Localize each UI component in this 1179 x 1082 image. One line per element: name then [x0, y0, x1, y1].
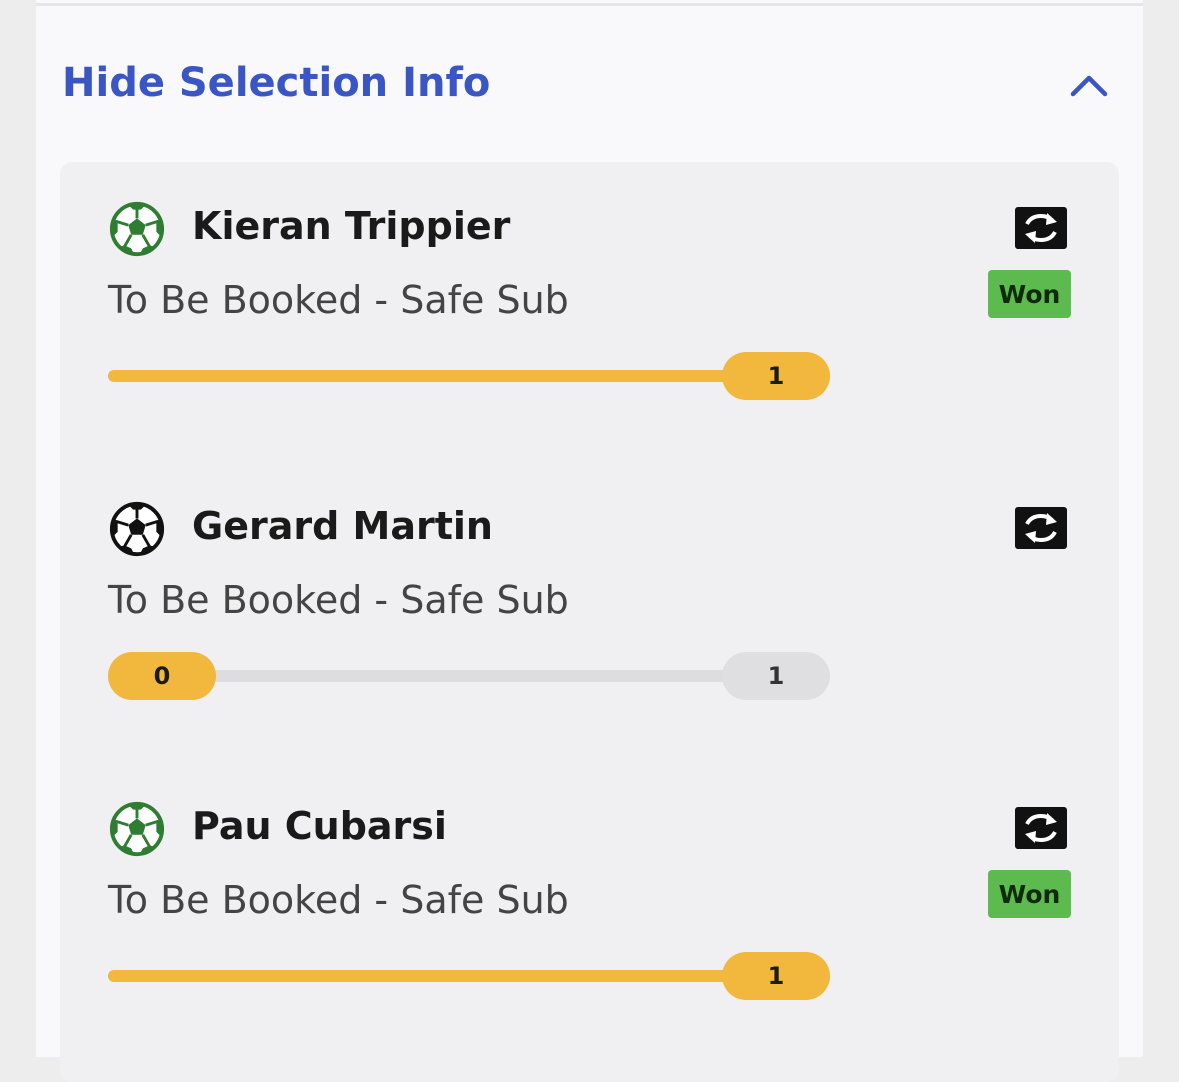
player-name: Kieran Trippier: [192, 204, 511, 248]
market-label: To Be Booked - Safe Sub: [108, 278, 569, 322]
progress-target-pill: 1: [722, 352, 830, 400]
player-name: Pau Cubarsi: [192, 804, 447, 848]
progress-current-pill: 0: [108, 652, 216, 700]
progress-target-pill: 1: [722, 952, 830, 1000]
progress-target-pill: 1: [722, 652, 830, 700]
market-label: To Be Booked - Safe Sub: [108, 578, 569, 622]
soccer-ball-icon: [109, 201, 165, 257]
swap-icon[interactable]: [1015, 207, 1067, 249]
divider: [36, 3, 1143, 6]
soccer-ball-icon: [109, 501, 165, 557]
status-badge: Won: [988, 870, 1071, 918]
soccer-ball-icon: [109, 801, 165, 857]
hide-selection-info-link[interactable]: Hide Selection Info: [62, 60, 490, 106]
market-label: To Be Booked - Safe Sub: [108, 878, 569, 922]
selection-item: Gerard Martin To Be Booked - Safe Sub 0 …: [60, 462, 1119, 762]
selection-item: Pau Cubarsi To Be Booked - Safe Sub Won …: [60, 762, 1119, 1062]
selections-card: Kieran Trippier To Be Booked - Safe Sub …: [60, 162, 1119, 1082]
swap-icon[interactable]: [1015, 507, 1067, 549]
chevron-up-icon[interactable]: [1067, 62, 1111, 106]
swap-icon[interactable]: [1015, 807, 1067, 849]
progress-track: 1: [108, 352, 830, 400]
status-badge: Won: [988, 270, 1071, 318]
selection-info-panel: Hide Selection Info Kieran Trippier To B…: [36, 0, 1143, 1082]
selection-item: Kieran Trippier To Be Booked - Safe Sub …: [60, 162, 1119, 462]
player-name: Gerard Martin: [192, 504, 493, 548]
progress-track: 0 1: [108, 652, 830, 700]
progress-track: 1: [108, 952, 830, 1000]
